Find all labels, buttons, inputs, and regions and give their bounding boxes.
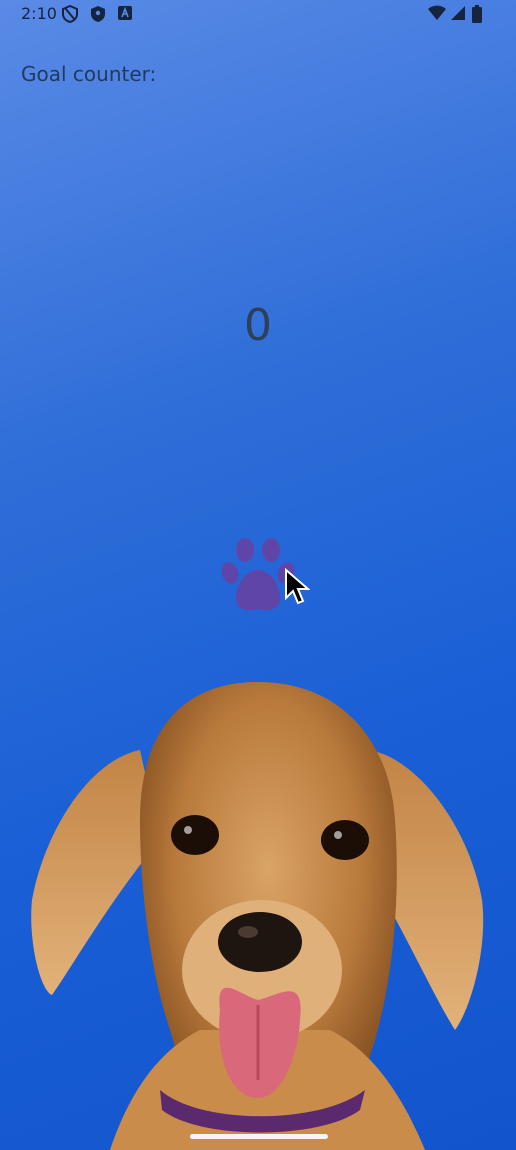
shield-outline-icon — [62, 5, 78, 23]
shield-icon — [91, 6, 105, 22]
paw-button[interactable] — [218, 536, 298, 616]
home-indicator[interactable] — [190, 1134, 328, 1139]
puppy-image — [31, 682, 484, 1150]
goal-counter-label: Goal counter: — [21, 62, 157, 86]
paw-icon — [221, 538, 295, 611]
status-bar: 2:10 — [0, 0, 516, 28]
status-time: 2:10 — [21, 4, 57, 23]
a-icon — [118, 6, 132, 20]
cellular-icon — [451, 6, 465, 20]
wifi-icon — [428, 5, 446, 20]
goal-counter-value: 0 — [244, 300, 272, 351]
battery-icon — [472, 5, 482, 23]
